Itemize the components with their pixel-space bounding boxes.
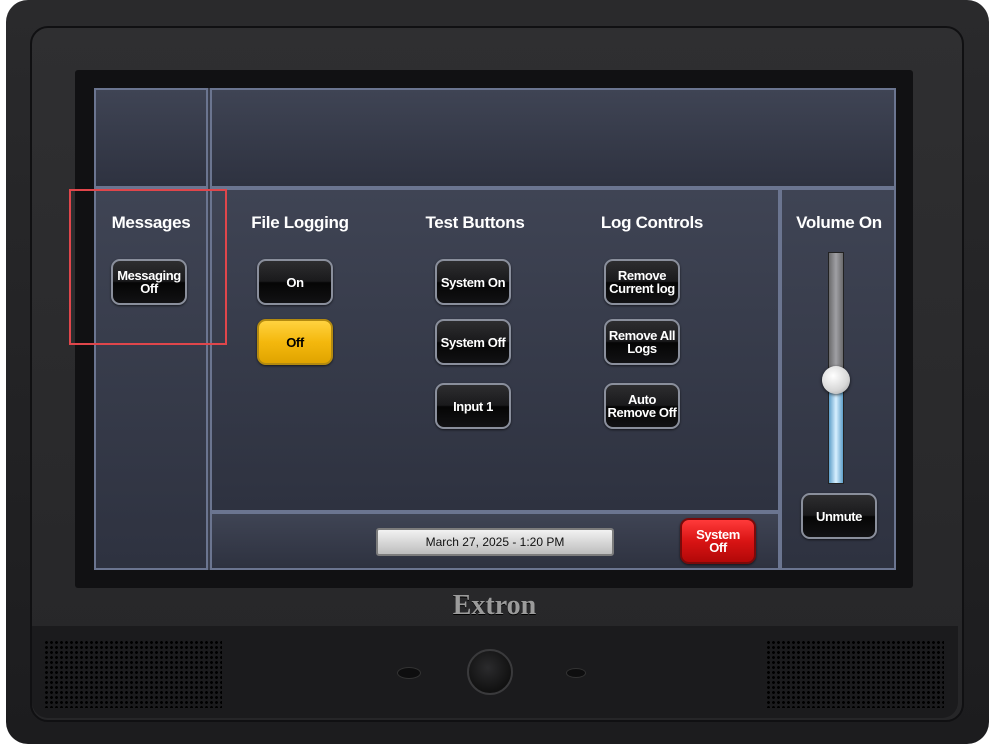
system-off-label: System Off	[696, 528, 740, 554]
remove-current-log-label: Remove Current log	[609, 269, 675, 295]
system-off-test-button[interactable]: System Off	[435, 319, 511, 365]
header-panel	[210, 88, 896, 188]
right-speaker-grille	[766, 640, 944, 708]
left-sensor	[397, 667, 421, 679]
remove-all-logs-button[interactable]: Remove All Logs	[604, 319, 680, 365]
date-time-display: March 27, 2025 - 1:20 PM	[376, 528, 614, 556]
left-speaker-grille	[44, 640, 222, 708]
remove-current-log-button[interactable]: Remove Current log	[604, 259, 680, 305]
camera-lens	[467, 649, 513, 695]
system-off-button[interactable]: System Off	[680, 518, 756, 564]
auto-remove-line2: Remove Off	[607, 405, 677, 420]
auto-remove-off-button[interactable]: Auto Remove Off	[604, 383, 680, 429]
volume-heading: Volume On	[796, 213, 882, 232]
remove-all-line2: Logs	[627, 341, 657, 356]
test-buttons-heading: Test Buttons	[425, 213, 525, 232]
volume-slider-fill	[829, 379, 843, 483]
system-off-line2: Off	[709, 540, 727, 555]
file-logging-off-button[interactable]: Off	[257, 319, 333, 365]
auto-remove-label: Auto Remove Off	[608, 393, 677, 419]
log-controls-heading: Log Controls	[600, 213, 704, 232]
input-1-button[interactable]: Input 1	[435, 383, 511, 429]
file-logging-on-button[interactable]: On	[257, 259, 333, 305]
brand-logo: Extron	[452, 590, 537, 621]
system-on-button[interactable]: System On	[435, 259, 511, 305]
file-logging-heading: File Logging	[251, 213, 349, 232]
messages-highlight-box	[69, 189, 227, 345]
unmute-button[interactable]: Unmute	[801, 493, 877, 539]
remove-current-line2: Current log	[609, 281, 675, 296]
right-sensor	[566, 668, 586, 678]
volume-slider-thumb[interactable]	[822, 365, 850, 394]
top-left-panel	[94, 88, 208, 188]
remove-all-logs-label: Remove All Logs	[609, 329, 676, 356]
